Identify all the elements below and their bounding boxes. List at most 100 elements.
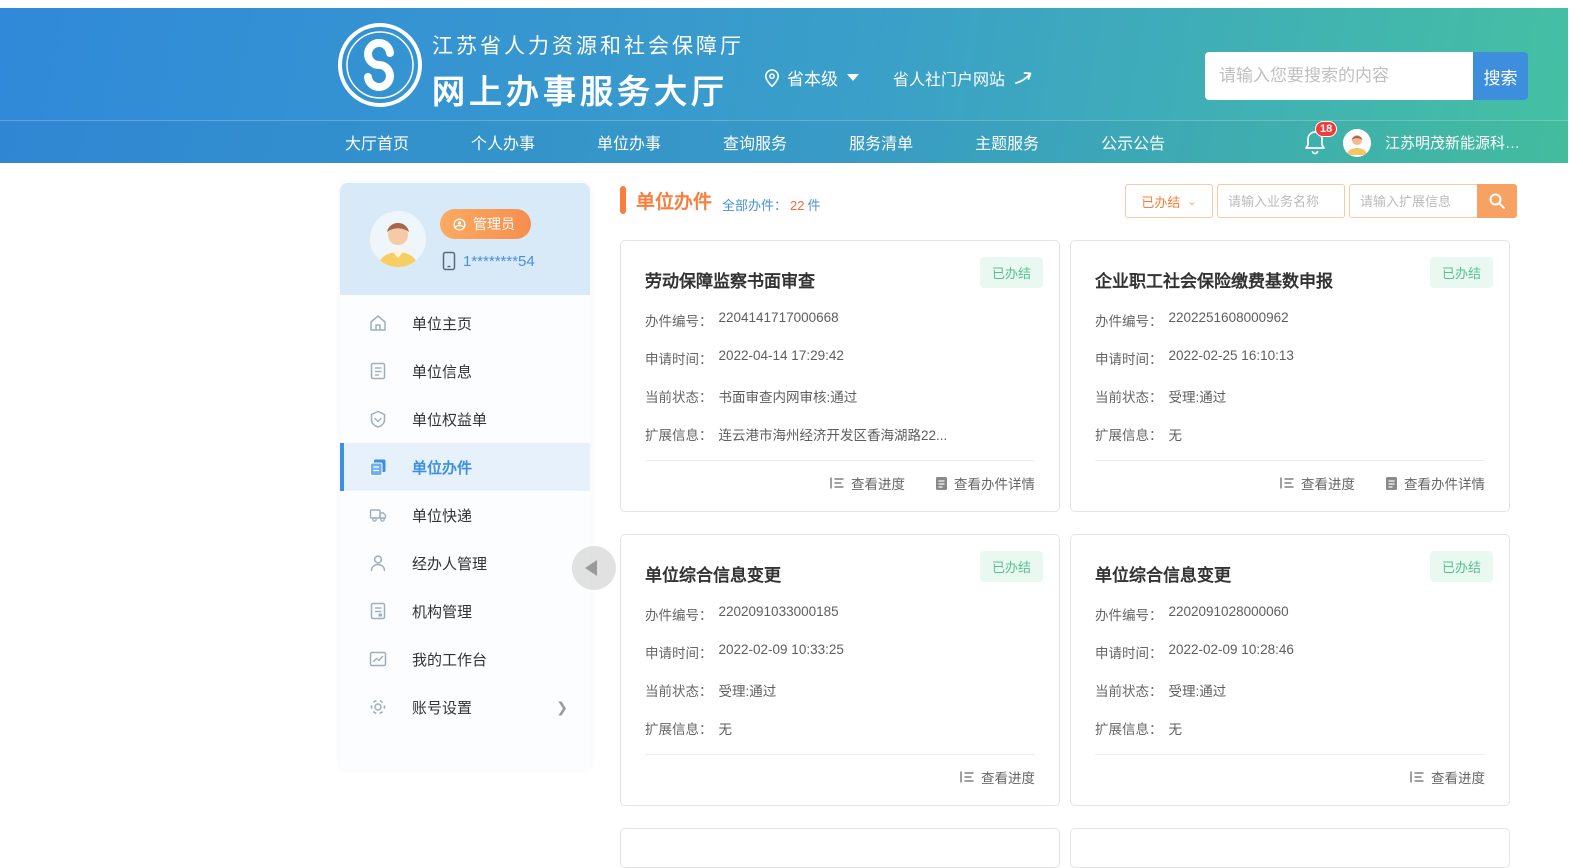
progress-list-icon [959, 770, 975, 784]
case-number: 2202091033000185 [719, 604, 839, 624]
view-progress-link[interactable]: 查看进度 [1279, 473, 1355, 493]
case-title: 企业职工社会保险缴费基数申报 [1095, 267, 1485, 292]
header-search-input[interactable] [1205, 52, 1473, 100]
case-number: 2202251608000962 [1169, 310, 1289, 330]
field-label: 扩展信息： [1095, 424, 1163, 444]
sidebar-profile: 管理员 1********54 [340, 183, 590, 295]
status-badge: 已办结 [1430, 551, 1493, 582]
apply-time: 2022-02-09 10:28:46 [1169, 642, 1294, 662]
magnifier-icon [1488, 192, 1506, 210]
field-label: 当前状态： [1095, 680, 1163, 700]
view-progress-label: 查看进度 [981, 767, 1035, 787]
case-card-partial [620, 828, 1060, 868]
nav-item-home[interactable]: 大厅首页 [345, 130, 409, 154]
current-status: 受理:通过 [1169, 386, 1227, 406]
view-detail-label: 查看办件详情 [954, 473, 1035, 493]
region-selector[interactable]: 省本级 [763, 65, 859, 90]
apply-time: 2022-02-25 16:10:13 [1169, 348, 1294, 368]
case-card: 单位综合信息变更 已办结 办件编号：2202091028000060 申请时间：… [1070, 534, 1510, 806]
sidebar-item-unit-express[interactable]: 单位快递 [340, 491, 590, 539]
detail-doc-icon [935, 476, 948, 491]
case-card: 企业职工社会保险缴费基数申报 已办结 办件编号： 2202251608000962… [1070, 240, 1510, 512]
case-card: 单位综合信息变更 已办结 办件编号： 2202091033000185 申请时间：… [620, 534, 1060, 806]
chevron-down-icon [847, 74, 859, 81]
apply-time: 2022-04-14 17:29:42 [719, 348, 844, 368]
filter-search-button[interactable] [1477, 184, 1517, 218]
field-label: 当前状态： [645, 680, 713, 700]
sidebar-item-label: 单位权益单 [412, 409, 487, 430]
status-badge: 已办结 [980, 257, 1043, 288]
site-header: 江苏省人力资源和社会保障厅 网上办事服务大厅 省本级 省人社门户网站 搜索 大厅… [0, 8, 1568, 163]
role-badge-label: 管理员 [473, 214, 515, 234]
view-progress-label: 查看进度 [1301, 473, 1355, 493]
ext-info-input[interactable] [1349, 184, 1477, 218]
notification-bell-icon[interactable]: 18 [1303, 129, 1329, 157]
sidebar-item-unit-rights[interactable]: 单位权益单 [340, 395, 590, 443]
sidebar-item-workbench[interactable]: 我的工作台 [340, 635, 590, 683]
view-detail-link[interactable]: 查看办件详情 [1385, 473, 1485, 493]
user-avatar[interactable] [1343, 129, 1371, 157]
person-icon [368, 553, 388, 573]
portal-site-link[interactable]: 省人社门户网站 [893, 66, 1037, 90]
view-detail-link[interactable]: 查看办件详情 [935, 473, 1035, 493]
progress-list-icon [1279, 476, 1295, 490]
case-title: 单位综合信息变更 [645, 561, 1035, 586]
nav-item-service-list[interactable]: 服务清单 [849, 130, 913, 154]
field-label: 办件编号： [645, 310, 713, 330]
phone-icon [442, 251, 456, 271]
nav-item-announcements[interactable]: 公示公告 [1101, 130, 1165, 154]
current-status: 受理:通过 [1169, 680, 1227, 700]
ext-info: 无 [1169, 424, 1183, 444]
user-company-name[interactable]: 江苏明茂新能源科… [1385, 132, 1520, 153]
case-number: 2204141717000668 [719, 310, 839, 330]
case-card-partial [1070, 828, 1510, 868]
org-doc-icon [368, 601, 388, 621]
ext-info: 无 [719, 718, 733, 738]
sidebar-menu: 单位主页 单位信息 单位权益单 单位办件 [340, 295, 590, 731]
progress-list-icon [1409, 770, 1425, 784]
detail-doc-icon [1385, 476, 1398, 491]
main-content: 单位办件 全部办件：22件 已办结 ⌄ 劳动保障 [620, 184, 1518, 868]
cases-copy-icon [368, 457, 388, 477]
view-progress-link[interactable]: 查看进度 [1409, 767, 1485, 787]
sidebar-item-unit-home[interactable]: 单位主页 [340, 299, 590, 347]
location-pin-icon [763, 68, 781, 88]
field-label: 办件编号： [1095, 310, 1163, 330]
sidebar-item-unit-info[interactable]: 单位信息 [340, 347, 590, 395]
status-filter-dropdown[interactable]: 已办结 ⌄ [1125, 184, 1213, 218]
nav-item-query[interactable]: 查询服务 [723, 130, 787, 154]
field-label: 申请时间： [1095, 348, 1163, 368]
main-nav: 大厅首页 个人办事 单位办事 查询服务 服务清单 主题服务 公示公告 18 [0, 120, 1568, 163]
sidebar-item-unit-cases[interactable]: 单位办件 [340, 443, 590, 491]
field-label: 申请时间： [645, 642, 713, 662]
nav-item-topics[interactable]: 主题服务 [975, 130, 1039, 154]
sidebar-collapse-button[interactable] [572, 546, 616, 590]
field-label: 申请时间： [1095, 642, 1163, 662]
sidebar-item-account-settings[interactable]: 账号设置 ❯ [340, 683, 590, 731]
sidebar-item-label: 单位主页 [412, 313, 472, 334]
view-progress-link[interactable]: 查看进度 [959, 767, 1035, 787]
sidebar-item-org-management[interactable]: 机构管理 [340, 587, 590, 635]
external-arrow-icon [1013, 68, 1037, 88]
nav-item-personal[interactable]: 个人办事 [471, 130, 535, 154]
sidebar-item-label: 机构管理 [412, 601, 472, 622]
case-title: 单位综合信息变更 [1095, 561, 1485, 586]
field-label: 办件编号： [645, 604, 713, 624]
field-label: 扩展信息： [645, 424, 713, 444]
current-status: 受理:通过 [719, 680, 777, 700]
title-accent-bar [620, 186, 626, 214]
status-badge: 已办结 [1430, 257, 1493, 288]
summary-unit: 件 [807, 198, 820, 213]
header-search-button[interactable]: 搜索 [1473, 52, 1528, 100]
chevron-down-icon: ⌄ [1187, 195, 1196, 208]
progress-list-icon [829, 476, 845, 490]
business-name-input[interactable] [1217, 184, 1345, 218]
nav-item-unit[interactable]: 单位办事 [597, 130, 661, 154]
portal-name: 网上办事服务大厅 [432, 65, 744, 113]
view-progress-label: 查看进度 [851, 473, 905, 493]
info-doc-icon [368, 361, 388, 381]
sidebar-item-agent-management[interactable]: 经办人管理 [340, 539, 590, 587]
status-badge: 已办结 [980, 551, 1043, 582]
view-progress-link[interactable]: 查看进度 [829, 473, 905, 493]
truck-icon [368, 505, 388, 525]
